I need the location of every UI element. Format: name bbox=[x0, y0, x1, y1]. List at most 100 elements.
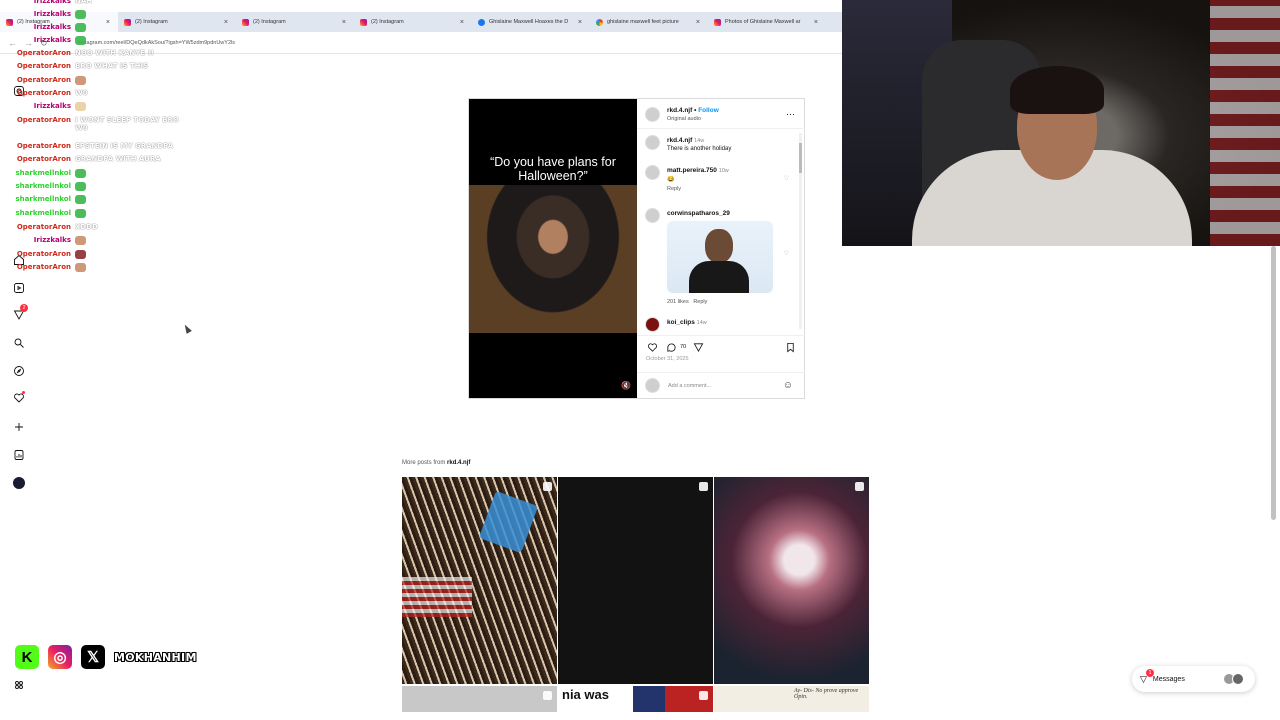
emote-icon bbox=[75, 76, 86, 85]
save-icon[interactable] bbox=[785, 342, 796, 353]
emote-icon bbox=[75, 263, 86, 272]
chat-username: OperatorAron bbox=[16, 142, 71, 150]
chat-text bbox=[75, 23, 185, 32]
comment-user[interactable]: rkd.4.njf 14w bbox=[667, 137, 704, 144]
mute-icon[interactable]: 🔇 bbox=[621, 381, 631, 390]
chat-username: sharkmellnkol bbox=[15, 169, 71, 177]
comment-user[interactable]: matt.pereira.750 10w bbox=[667, 167, 729, 174]
thumbnail-text: nia was bbox=[560, 687, 611, 702]
browser-tab[interactable]: ghislaine maxwell feet picture × bbox=[590, 12, 708, 32]
back-arrow-icon[interactable]: ← bbox=[8, 38, 17, 48]
author-name[interactable]: rkd.4.njf • Follow bbox=[667, 107, 719, 114]
follow-button[interactable]: Follow bbox=[698, 107, 719, 114]
commenter-avatar[interactable] bbox=[645, 208, 660, 223]
more-icon[interactable] bbox=[12, 678, 26, 692]
chat-message-text: I WONT SLEEP TODAY BRO W0 bbox=[75, 116, 179, 132]
reel-video[interactable]: “Do you have plans for Halloween?” 🔇 bbox=[469, 99, 637, 398]
commenter-avatar[interactable] bbox=[645, 165, 660, 180]
emote-icon bbox=[75, 209, 86, 218]
add-comment-bar: Add a comment... ☺ bbox=[637, 372, 805, 398]
video-caption: “Do you have plans for Halloween?” bbox=[490, 155, 616, 183]
comment-text: 😂 bbox=[667, 177, 675, 183]
comment-user[interactable]: koi_clips 14w bbox=[667, 319, 707, 326]
comment-user[interactable]: corwinspatharos_29 bbox=[667, 210, 730, 217]
like-comment-icon[interactable]: ♡ bbox=[784, 175, 789, 182]
post-thumbnail[interactable] bbox=[402, 686, 557, 712]
more-options-icon[interactable]: ⋯ bbox=[786, 109, 795, 120]
reels-icon[interactable] bbox=[12, 281, 26, 295]
browser-tab[interactable]: Ghislaine Maxwell Hoaxes the D × bbox=[472, 12, 590, 32]
chat-username: Irizzkalks bbox=[33, 10, 71, 18]
profile-avatar[interactable] bbox=[12, 476, 26, 490]
chat-message-text: EPSTEIN IS MY GRANDPA bbox=[75, 142, 174, 150]
messages-button[interactable]: ▽ 1 Messages bbox=[1132, 666, 1255, 692]
emote-icon bbox=[75, 182, 86, 191]
dashboard-icon[interactable] bbox=[12, 448, 26, 462]
chat-username: Irizzkalks bbox=[33, 236, 71, 244]
comments-scrollbar[interactable] bbox=[799, 133, 802, 329]
close-icon[interactable]: × bbox=[342, 19, 346, 26]
browser-tab[interactable]: Photos of Ghislaine Maxwell ar × bbox=[708, 12, 826, 32]
emoji-icon[interactable]: ☺ bbox=[783, 380, 793, 391]
close-icon[interactable]: × bbox=[224, 19, 228, 26]
chat-message-text: W0 bbox=[75, 89, 88, 97]
close-icon[interactable]: × bbox=[696, 19, 700, 26]
chat-text: W0 bbox=[75, 89, 185, 97]
screen: (2) Instagram × (2) Instagram × (2) Instag… bbox=[0, 0, 1280, 720]
like-icon[interactable] bbox=[647, 342, 658, 353]
instagram-icon bbox=[6, 18, 13, 26]
close-icon[interactable]: × bbox=[578, 19, 582, 26]
reel-icon bbox=[543, 482, 552, 491]
tab-label: (2) Instagram bbox=[371, 19, 404, 25]
post-thumbnail[interactable] bbox=[714, 477, 869, 684]
forward-arrow-icon[interactable]: → bbox=[24, 38, 33, 48]
chat-message-text: BRO WHAT IS THIS bbox=[75, 62, 149, 70]
explore-icon[interactable] bbox=[12, 364, 26, 378]
chat-message-text: NAH bbox=[75, 0, 93, 5]
comment-image[interactable] bbox=[667, 221, 773, 293]
facebook-icon bbox=[478, 18, 485, 26]
close-icon[interactable]: × bbox=[460, 19, 464, 26]
chat-username: OperatorAron bbox=[16, 49, 71, 57]
comments-panel: rkd.4.njf • Follow Original audio ⋯ rkd.… bbox=[637, 99, 805, 398]
notifications-heart-icon[interactable] bbox=[12, 391, 26, 405]
search-icon[interactable] bbox=[12, 336, 26, 350]
commenter-avatar[interactable] bbox=[645, 317, 660, 332]
close-icon[interactable]: × bbox=[814, 19, 818, 26]
chat-username: OperatorAron bbox=[16, 223, 71, 231]
chat-username: OperatorAron bbox=[16, 62, 71, 70]
emote-icon bbox=[75, 102, 86, 111]
chat-message-text: XDDD bbox=[75, 223, 98, 231]
chat-username: sharkmellnkol bbox=[15, 182, 71, 190]
like-comment-icon[interactable]: ♡ bbox=[784, 250, 789, 257]
post-thumbnail[interactable]: nia was bbox=[558, 686, 713, 712]
direct-messages-icon[interactable]: 2 bbox=[12, 304, 28, 322]
chat-text: BRO WHAT IS THIS bbox=[75, 62, 185, 70]
audio-label[interactable]: Original audio bbox=[667, 116, 701, 122]
chat-text bbox=[75, 182, 185, 191]
post-thumbnail[interactable] bbox=[402, 477, 557, 684]
commenter-avatar[interactable] bbox=[645, 135, 660, 150]
tab-label: Photos of Ghislaine Maxwell ar bbox=[725, 19, 801, 25]
emote-icon bbox=[75, 236, 86, 245]
comment-icon[interactable] bbox=[666, 342, 677, 353]
browser-tab[interactable]: (2) Instagram × bbox=[354, 12, 472, 32]
author-avatar[interactable] bbox=[645, 107, 660, 122]
create-icon[interactable] bbox=[12, 420, 26, 434]
add-comment-input[interactable]: Add a comment... bbox=[668, 383, 711, 389]
tab-label: ghislaine maxwell feet picture bbox=[607, 19, 679, 25]
chat-text bbox=[75, 195, 185, 204]
reply-link[interactable]: Reply bbox=[667, 186, 681, 192]
post-thumbnail[interactable] bbox=[558, 477, 713, 684]
browser-tab[interactable]: (2) Instagram × bbox=[236, 12, 354, 32]
emote-icon bbox=[75, 169, 86, 178]
thumbnail-text: Ay- Dis- No prove approve Opin. bbox=[794, 688, 859, 700]
reply-link[interactable]: Reply bbox=[693, 299, 707, 305]
chat-text bbox=[75, 250, 185, 259]
page-scrollbar[interactable] bbox=[1271, 246, 1276, 520]
more-posts-author-link[interactable]: rkd.4.njf bbox=[447, 460, 470, 466]
post-thumbnail[interactable]: Ay- Dis- No prove approve Opin. bbox=[714, 686, 869, 712]
comment-meta: 201 likes Reply bbox=[667, 299, 708, 305]
share-icon[interactable] bbox=[693, 342, 704, 353]
chat-username: Irizzkalks bbox=[33, 23, 71, 31]
